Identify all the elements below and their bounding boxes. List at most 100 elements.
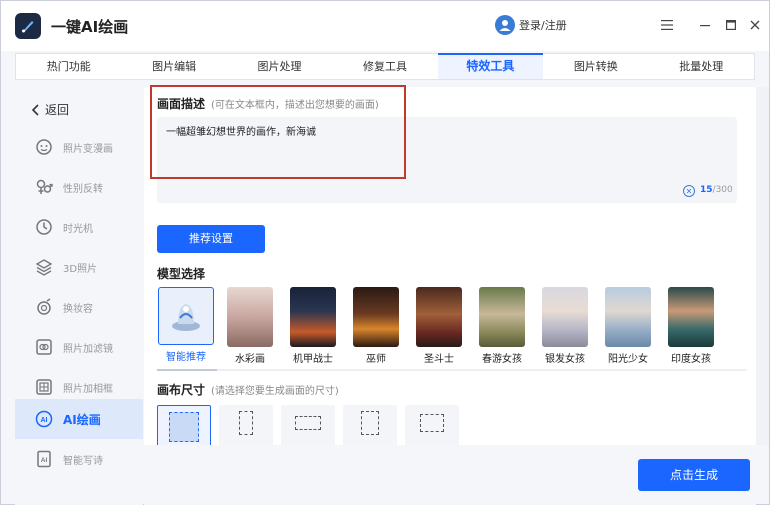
frame-icon [35,378,53,396]
wide-shape-icon [420,414,444,432]
sidebar-item-smart-poetry[interactable]: AI 智能写诗 [15,439,143,479]
sidebar-item-label: 照片加滤镜 [63,343,113,355]
model-item[interactable]: 机甲战士 [284,287,342,365]
user-avatar-icon [495,15,515,35]
sidebar-item-label: 照片变漫画 [63,143,113,155]
sidebar-item-label: 3D照片 [63,263,98,275]
model-thumbnail [416,287,462,347]
model-name: 智能推荐 [166,352,206,363]
ai-icon: AI [35,410,53,428]
main-scrollbar[interactable] [756,87,769,445]
svg-text:AI: AI [41,417,48,424]
model-item[interactable]: 圣斗士 [410,287,468,365]
recommend-settings-button[interactable]: 推荐设置 [157,225,265,253]
tab-image-convert[interactable]: 图片转换 [543,54,648,79]
canvas-title-text: 画布尺寸 [157,383,206,397]
model-item[interactable]: 水彩画 [221,287,279,365]
sidebar-item-3d-photo[interactable]: 3D照片 [15,247,143,287]
title-bar: 一键AI绘画 登录/注册 [1,1,769,51]
model-title: 模型选择 [157,267,206,281]
app-title: 一键AI绘画 [51,18,129,36]
canvas-option-tall[interactable] [343,405,397,445]
sidebar-item-ai-painting[interactable]: AI AI绘画 [15,399,143,439]
clear-icon[interactable]: ✕ [683,185,695,197]
model-thumbnail [668,287,714,347]
sidebar-item-time-machine[interactable]: 时光机 [15,207,143,247]
sidebar-item-label: 性别反转 [63,183,103,195]
char-max: /300 [712,185,733,195]
back-button[interactable]: 返回 [31,101,69,118]
model-item[interactable]: 印度女孩 [662,287,720,365]
sidebar-item-makeup[interactable]: 换妆容 [15,287,143,327]
model-thumbnail [605,287,651,347]
model-name: 银发女孩 [545,354,585,365]
model-scrollbar-thumb[interactable] [157,369,217,371]
tab-image-process[interactable]: 图片处理 [227,54,332,79]
cartoon-face-icon [35,138,53,156]
sidebar-item-photo-filter[interactable]: 照片加滤镜 [15,327,143,367]
sidebar-item-label: 智能写诗 [63,455,103,467]
canvas-size-list [157,405,747,445]
sidebar-item-label: 时光机 [63,223,93,235]
ai-doc-icon: AI [35,450,53,468]
tab-batch-process[interactable]: 批量处理 [649,54,754,79]
sidebar-item-gender-swap[interactable]: 性别反转 [15,167,143,207]
clock-icon [35,218,53,236]
model-item[interactable]: 银发女孩 [536,287,594,365]
maximize-icon[interactable] [723,17,739,33]
sidebar-item-label: 换妆容 [63,303,93,315]
sidebar-item-photo-to-cartoon[interactable]: 照片变漫画 [15,127,143,167]
model-thumbnail [353,287,399,347]
model-thumbnail [290,287,336,347]
model-item[interactable]: 巫师 [347,287,405,365]
model-name: 水彩画 [235,354,265,365]
model-name: 印度女孩 [671,354,711,365]
filter-icon [35,338,53,356]
model-name: 阳光少女 [608,354,648,365]
tall-shape-icon [361,411,379,435]
model-name: 圣斗士 [424,354,454,365]
tab-hot-features[interactable]: 热门功能 [16,54,121,79]
canvas-hint: (请选择您要生成画面的尺寸) [211,386,339,397]
close-icon[interactable] [747,17,763,33]
app-window: 一键AI绘画 登录/注册 热门功能 图片编辑 图片处理 修复工具 特效工具 图片… [0,0,770,505]
app-logo-icon [15,13,41,39]
canvas-option-landscape[interactable] [281,405,335,445]
layers-icon [35,258,53,276]
gender-icon [35,178,53,196]
highlight-box [150,85,406,179]
generate-button[interactable]: 点击生成 [638,459,750,491]
model-thumbnail [479,287,525,347]
tab-effect-tools[interactable]: 特效工具 [437,53,544,79]
back-label: 返回 [45,103,70,117]
login-label: 登录/注册 [519,19,567,32]
canvas-title: 画布尺寸 (请选择您要生成画面的尺寸) [157,381,339,398]
canvas-option-square[interactable] [157,405,211,445]
canvas-option-wide[interactable] [405,405,459,445]
sidebar: 返回 照片变漫画 性别反转 时光机 3D照片 换妆容 照片加滤镜 照片加相框 A… [15,87,143,505]
makeup-icon [35,298,53,316]
char-counter: 15/300 [700,185,733,195]
menu-icon[interactable] [659,17,675,33]
model-thumbnail [542,287,588,347]
minimize-icon[interactable] [697,17,713,33]
top-tabs: 热门功能 图片编辑 图片处理 修复工具 特效工具 图片转换 批量处理 [15,53,755,80]
model-scrollbar[interactable] [157,369,747,371]
model-name: 机甲战士 [293,354,333,365]
svg-text:AI: AI [41,457,48,464]
model-item[interactable]: 春游女孩 [473,287,531,365]
tab-image-edit[interactable]: 图片编辑 [121,54,226,79]
portrait-shape-icon [239,411,253,435]
model-item[interactable]: 阳光少女 [599,287,657,365]
smart-recommend-icon [158,287,214,345]
sidebar-item-label: 照片加相框 [63,383,113,395]
model-thumbnail [227,287,273,347]
login-button[interactable]: 登录/注册 [495,15,567,35]
model-name: 巫师 [366,354,386,365]
canvas-option-portrait[interactable] [219,405,273,445]
sidebar-item-label: AI绘画 [63,412,101,427]
square-shape-icon [169,412,199,442]
model-item-smart[interactable]: 智能推荐 [157,287,215,363]
landscape-shape-icon [295,416,321,430]
tab-repair-tools[interactable]: 修复工具 [332,54,437,79]
